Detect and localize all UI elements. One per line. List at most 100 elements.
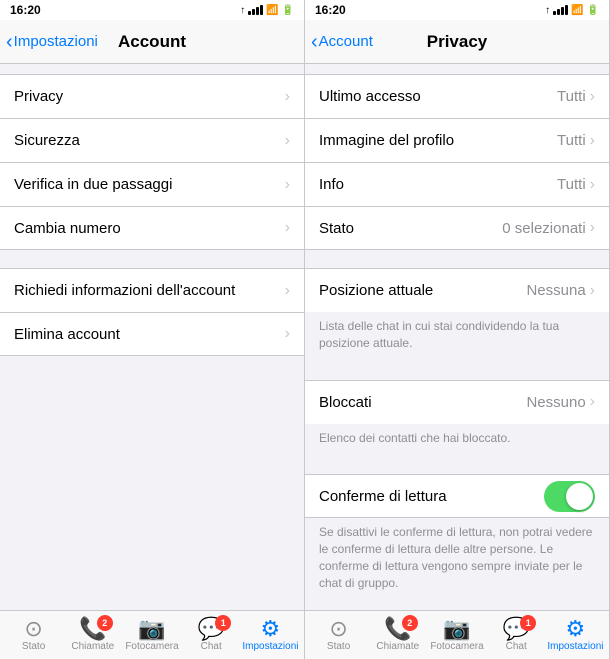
left-tab-chat[interactable]: 1 💬 Chat [182,611,241,659]
left-stato-icon: ⊙ [24,618,42,640]
elimina-label: Elimina account [14,326,285,343]
right-chiamate-label: Chiamate [376,641,419,652]
right-panel: 16:20 ↑ 📶 🔋 ‹ Account Privacy Ultimo acc… [305,0,610,659]
list-item-elimina[interactable]: Elimina account › [0,312,304,356]
stato-label: Stato [319,220,502,237]
left-tab-fotocamera[interactable]: 📷 Fotocamera [122,611,181,659]
left-back-button[interactable]: ‹ Impostazioni [6,32,98,52]
left-fotocamera-icon: 📷 [138,618,165,640]
right-tab-impostazioni[interactable]: ⚙ Impostazioni [546,611,605,659]
left-section-1: Privacy › Sicurezza › Verifica in due pa… [0,74,304,250]
right-tab-fotocamera[interactable]: 📷 Fotocamera [427,611,486,659]
right-battery-icon: 🔋 [587,5,599,16]
conferme-label: Conferme di lettura [319,488,544,505]
cambia-chevron: › [285,219,290,237]
right-fotocamera-icon: 📷 [443,618,470,640]
bloccati-chevron: › [590,393,595,411]
right-tab-bar: ⊙ Stato 2 📞 Chiamate 📷 Fotocamera 1 💬 Ch… [305,610,609,659]
right-chat-label: Chat [506,641,527,652]
richiedi-chevron: › [285,282,290,300]
privacy-label: Privacy [14,88,285,105]
right-section-1: Ultimo accesso Tutti › Immagine del prof… [305,74,609,250]
right-stato-label: Stato [327,641,350,652]
right-fotocamera-label: Fotocamera [430,641,483,652]
right-nav-title: Privacy [427,32,488,52]
privacy-chevron: › [285,88,290,106]
left-chat-badge: 1 [215,615,231,631]
left-impostazioni-icon: ⚙ [261,618,281,640]
right-section-bloccati: Bloccati Nessuno › Elenco dei contatti c… [305,380,609,457]
left-status-icons: ↑ 📶 🔋 [240,5,294,16]
left-fotocamera-label: Fotocamera [125,641,178,652]
conferme-toggle[interactable] [544,481,595,512]
list-item-stato[interactable]: Stato 0 selezionati › [305,206,609,250]
cambia-label: Cambia numero [14,220,285,237]
immagine-chevron: › [590,132,595,150]
left-tab-bar: ⊙ Stato 2 📞 Chiamate 📷 Fotocamera 1 💬 Ch… [0,610,304,659]
right-tab-stato[interactable]: ⊙ Stato [309,611,368,659]
list-item-bloccati[interactable]: Bloccati Nessuno › [305,380,609,424]
posizione-value: Nessuna [526,282,585,299]
left-battery-icon: 🔋 [282,5,294,16]
elimina-chevron: › [285,325,290,343]
left-impostazioni-label: Impostazioni [242,641,298,652]
immagine-value: Tutti [557,132,586,149]
left-time: 16:20 [10,3,41,17]
right-arrow-icon: ↑ [545,5,550,16]
left-nav-bar: ‹ Impostazioni Account [0,20,304,64]
right-content: Ultimo accesso Tutti › Immagine del prof… [305,64,609,610]
richiedi-label: Richiedi informazioni dell'account [14,282,285,299]
left-content: Privacy › Sicurezza › Verifica in due pa… [0,64,304,610]
verifica-label: Verifica in due passaggi [14,176,285,193]
right-status-icons: ↑ 📶 🔋 [545,5,599,16]
list-item-info[interactable]: Info Tutti › [305,162,609,206]
right-chat-badge: 1 [520,615,536,631]
left-chiamate-badge: 2 [97,615,113,631]
left-tab-stato[interactable]: ⊙ Stato [4,611,63,659]
list-item-immagine[interactable]: Immagine del profilo Tutti › [305,118,609,162]
list-item-verifica[interactable]: Verifica in due passaggi › [0,162,304,206]
right-nav-bar: ‹ Account Privacy [305,20,609,64]
left-chat-label: Chat [201,641,222,652]
right-tab-chiamate[interactable]: 2 📞 Chiamate [368,611,427,659]
left-tab-impostazioni[interactable]: ⚙ Impostazioni [241,611,300,659]
right-chiamate-badge: 2 [402,615,418,631]
stato-value: 0 selezionati [502,220,585,237]
left-back-label: Impostazioni [14,33,98,50]
right-impostazioni-icon: ⚙ [566,618,586,640]
right-section-conferme: Conferme di lettura Se disattivi le conf… [305,474,609,601]
right-back-label: Account [319,33,373,50]
list-item-richiedi[interactable]: Richiedi informazioni dell'account › [0,268,304,312]
bloccati-value: Nessuno [526,394,585,411]
right-impostazioni-label: Impostazioni [547,641,603,652]
posizione-chevron: › [590,282,595,300]
info-label: Info [319,176,557,193]
left-signal-icon [248,5,263,15]
conferme-row: Conferme di lettura [305,474,609,518]
right-status-bar: 16:20 ↑ 📶 🔋 [305,0,609,20]
left-back-chevron: ‹ [6,32,13,52]
conferme-info: Se disattivi le conferme di lettura, non… [305,518,609,601]
left-section-2: Richiedi informazioni dell'account › Eli… [0,268,304,356]
list-item-posizione[interactable]: Posizione attuale Nessuna › [305,268,609,312]
left-arrow-icon: ↑ [240,5,245,16]
left-panel: 16:20 ↑ 📶 🔋 ‹ Impostazioni Account Priva… [0,0,305,659]
right-back-chevron: ‹ [311,32,318,52]
sicurezza-chevron: › [285,132,290,150]
right-time: 16:20 [315,3,346,17]
list-item-sicurezza[interactable]: Sicurezza › [0,118,304,162]
immagine-label: Immagine del profilo [319,132,557,149]
posizione-label: Posizione attuale [319,282,526,299]
list-item-cambia[interactable]: Cambia numero › [0,206,304,250]
left-chiamate-label: Chiamate [71,641,114,652]
left-tab-chiamate[interactable]: 2 📞 Chiamate [63,611,122,659]
ultimo-value: Tutti [557,88,586,105]
list-item-ultimo[interactable]: Ultimo accesso Tutti › [305,74,609,118]
verifica-chevron: › [285,176,290,194]
right-wifi-icon: 📶 [571,5,583,16]
list-item-privacy[interactable]: Privacy › [0,74,304,118]
left-status-bar: 16:20 ↑ 📶 🔋 [0,0,304,20]
right-back-button[interactable]: ‹ Account [311,32,373,52]
right-tab-chat[interactable]: 1 💬 Chat [487,611,546,659]
posizione-info: Lista delle chat in cui stai condividend… [305,312,609,362]
